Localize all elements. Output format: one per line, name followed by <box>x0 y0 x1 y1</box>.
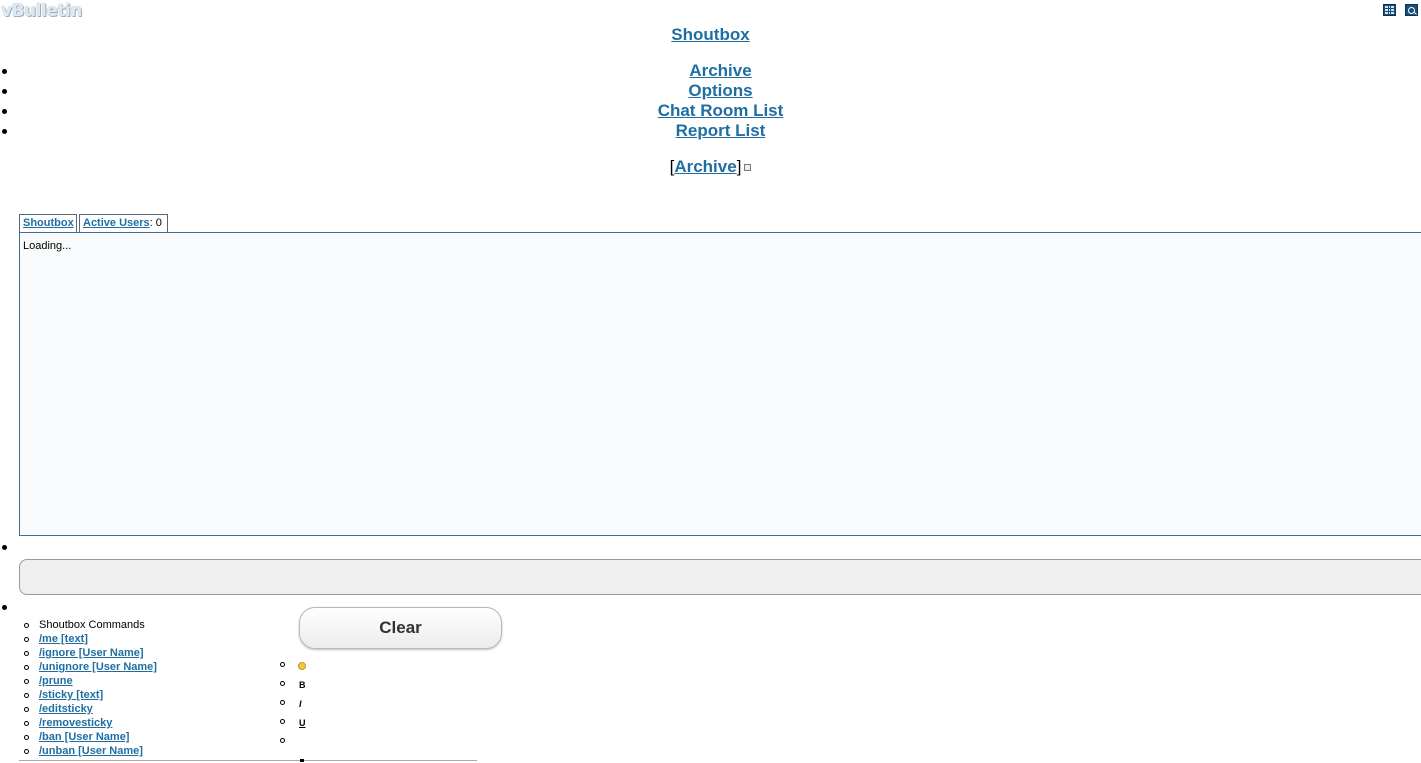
bullet <box>2 109 7 114</box>
list-item: /ban [User Name] <box>39 730 157 744</box>
list-item: /sticky [text] <box>39 688 157 702</box>
circle-bullet <box>24 721 29 726</box>
active-users-sep: : <box>149 217 153 229</box>
list-item: /ignore [User Name] <box>39 646 157 660</box>
smiley-icon[interactable] <box>298 662 306 670</box>
bullet <box>2 605 7 610</box>
nav-item-archive: Archive <box>0 61 1421 81</box>
nav-item-options: Options <box>0 81 1421 101</box>
loading-text: Loading... <box>23 240 72 252</box>
list-item: /unban [User Name] <box>39 744 157 758</box>
toolbar-mark <box>300 759 304 762</box>
command-ignore-link[interactable]: /ignore [User Name] <box>39 647 144 659</box>
divider <box>19 760 477 761</box>
list-item: /editsticky <box>39 702 157 716</box>
circle-bullet <box>24 637 29 642</box>
command-editsticky-link[interactable]: /editsticky <box>39 703 93 715</box>
archive-bracket-line: [Archive] <box>0 157 1421 177</box>
circle-bullet <box>24 735 29 740</box>
nav-item-report-list: Report List <box>0 121 1421 141</box>
command-me-link[interactable]: /me [text] <box>39 633 88 645</box>
options-link[interactable]: Options <box>688 81 752 100</box>
archive-link[interactable]: Archive <box>689 61 751 80</box>
shoutbox-messages[interactable]: Loading... <box>19 232 1421 536</box>
list-item: /prune <box>39 674 157 688</box>
page-title: Shoutbox <box>0 25 1421 45</box>
circle-bullet <box>24 707 29 712</box>
shoutbox-title-link[interactable]: Shoutbox <box>671 25 749 44</box>
vbulletin-logo: vBulletin <box>1 1 82 21</box>
report-list-link[interactable]: Report List <box>676 121 766 140</box>
italic-icon[interactable]: I <box>299 699 302 709</box>
commands-title: Shoutbox Commands <box>39 619 145 631</box>
command-removesticky-link[interactable]: /removesticky <box>39 717 112 729</box>
tab-active-users-link[interactable]: Active Users <box>83 217 150 229</box>
circle-bullet <box>24 651 29 656</box>
circle-bullet <box>280 738 285 743</box>
bullet <box>2 69 7 74</box>
shoutbox-nav: Archive Options Chat Room List Report Li… <box>0 61 1421 141</box>
circle-bullet <box>280 700 285 705</box>
list-item: /unignore [User Name] <box>39 660 157 674</box>
circle-bullet <box>280 681 285 686</box>
command-sticky-link[interactable]: /sticky [text] <box>39 689 103 701</box>
circle-bullet <box>24 749 29 754</box>
list-item: /removesticky <box>39 716 157 730</box>
clear-button[interactable]: Clear <box>299 607 502 649</box>
tab-shoutbox-link[interactable]: Shoutbox <box>23 217 74 229</box>
underline-icon[interactable]: U <box>299 718 306 728</box>
command-ban-link[interactable]: /ban [User Name] <box>39 731 129 743</box>
tab-shoutbox[interactable]: Shoutbox <box>19 214 77 232</box>
command-unban-link[interactable]: /unban [User Name] <box>39 745 143 757</box>
circle-bullet <box>24 665 29 670</box>
bullet <box>2 89 7 94</box>
bullet <box>2 545 7 550</box>
nav-item-chat-room-list: Chat Room List <box>0 101 1421 121</box>
tab-active-users[interactable]: Active Users: 0 <box>79 214 168 232</box>
chat-room-list-link[interactable]: Chat Room List <box>658 101 784 120</box>
shoutbox-commands-list: Shoutbox Commands /me [text] /ignore [Us… <box>39 618 157 758</box>
list-item: /me [text] <box>39 632 157 646</box>
circle-bullet <box>280 719 285 724</box>
bold-icon[interactable]: B <box>299 680 306 690</box>
bracket-close: ] <box>736 157 742 176</box>
circle-bullet <box>24 693 29 698</box>
bullet <box>2 129 7 134</box>
grid-icon[interactable] <box>1383 4 1396 16</box>
search-icon[interactable] <box>1405 4 1418 16</box>
shout-input[interactable] <box>19 559 1421 595</box>
command-unignore-link[interactable]: /unignore [User Name] <box>39 661 157 673</box>
circle-bullet <box>280 662 285 667</box>
command-prune-link[interactable]: /prune <box>39 675 73 687</box>
circle-bullet <box>24 623 29 628</box>
collapse-icon[interactable] <box>744 164 752 172</box>
active-users-count: 0 <box>155 217 162 229</box>
archive-bracket-link[interactable]: Archive <box>674 157 736 176</box>
circle-bullet <box>24 679 29 684</box>
